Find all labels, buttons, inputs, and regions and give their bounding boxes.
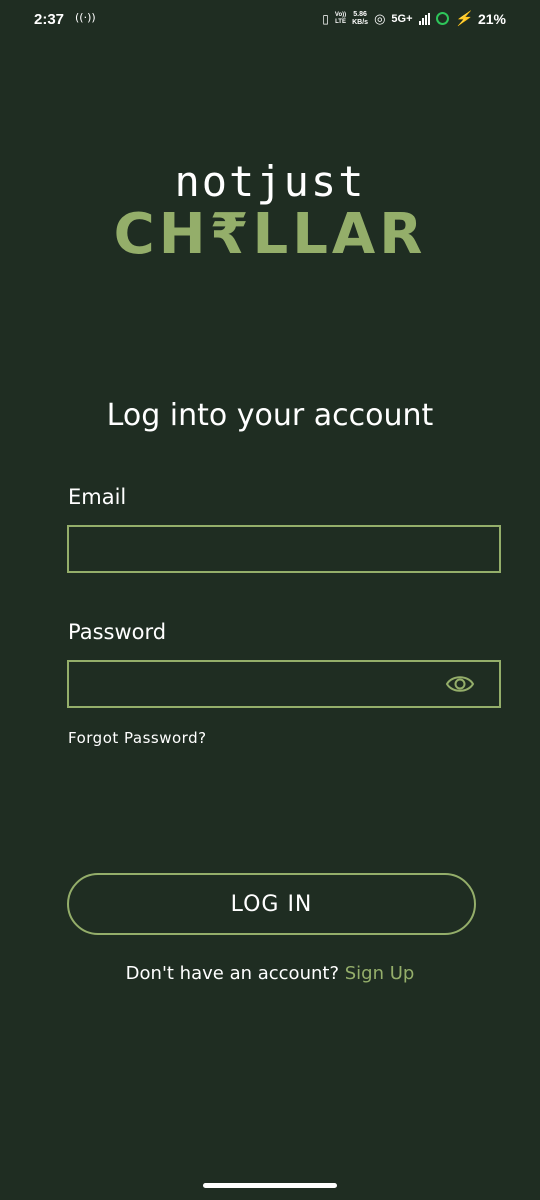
email-field[interactable] [69,527,499,571]
password-field-container [67,660,501,708]
login-screen: 2:37 ((·)) ▯ Vo)) LTE 5.86 KB/s ◎ 5G+ ⚡ … [0,0,540,1200]
password-field[interactable] [69,662,499,706]
app-logo: notjust CH₹LLAR [0,160,540,264]
volte-bottom-label: LTE [335,18,346,25]
signup-row: Don't have an account? Sign Up [0,963,540,984]
password-label: Password [68,620,167,644]
signup-prompt: Don't have an account? [125,963,339,984]
status-bar: 2:37 ((·)) ▯ Vo)) LTE 5.86 KB/s ◎ 5G+ ⚡ … [0,0,540,40]
status-icons: ▯ Vo)) LTE 5.86 KB/s ◎ 5G+ ⚡ 21% [322,10,506,27]
eye-icon[interactable] [445,672,475,696]
wifi-icon: ◎ [374,10,386,26]
logo-top-text: notjust [174,157,366,206]
login-button[interactable]: LOG IN [67,873,476,935]
home-indicator[interactable] [203,1183,337,1188]
charging-icon: ⚡ [454,10,472,26]
volte-top-label: Vo)) [334,11,347,18]
page-title: Log into your account [106,398,434,433]
email-label: Email [68,485,127,509]
signal-icon [418,12,430,25]
network-type: 5G+ [391,12,413,25]
network-speed: 5.86 KB/s [352,11,368,27]
logo-bottom-text: CH₹LLAR [113,202,427,267]
battery-level: 21% [477,10,506,27]
volte-indicator: Vo)) LTE [335,12,346,26]
email-field-container [67,525,501,573]
hotspot-icon: ((·)) [75,11,96,24]
signup-link[interactable]: Sign Up [345,963,415,984]
speed-value: 5.86 [353,10,367,18]
vibrate-icon: ▯ [322,11,329,26]
forgot-password-link[interactable]: Forgot Password? [68,729,207,747]
sync-ring-icon [435,12,449,25]
status-time: 2:37 [34,11,65,28]
speed-unit: KB/s [352,18,369,26]
